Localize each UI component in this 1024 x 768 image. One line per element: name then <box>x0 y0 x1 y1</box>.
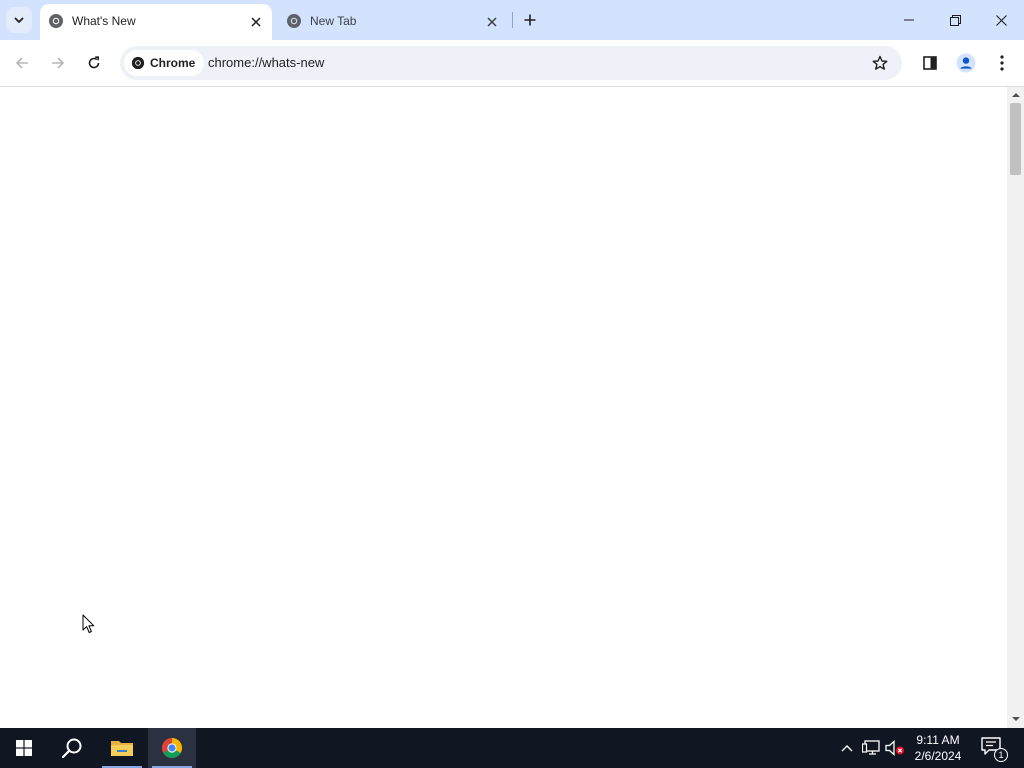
notification-count-badge: 1 <box>994 748 1008 762</box>
bookmark-star-icon <box>872 55 888 70</box>
side-panel-button[interactable] <box>915 48 945 78</box>
url-text[interactable]: chrome://whats-new <box>208 55 324 70</box>
chrome-icon <box>162 738 182 758</box>
clock-time: 9:11 AM <box>916 733 960 747</box>
tab-strip: What's New New Tab <box>0 0 1024 40</box>
minimize-button[interactable] <box>886 0 932 40</box>
chrome-icon <box>131 56 145 70</box>
volume-muted-icon <box>885 740 904 756</box>
scroll-down-button[interactable] <box>1007 712 1024 726</box>
triangle-down-icon <box>1011 717 1020 721</box>
chrome-icon <box>287 14 301 28</box>
chrome-icon <box>49 14 63 28</box>
scrollbar-thumb[interactable] <box>1010 103 1021 175</box>
tab-new-tab[interactable]: New Tab <box>278 4 508 40</box>
plus-icon <box>524 14 536 26</box>
file-explorer-button[interactable] <box>98 728 146 768</box>
close-icon <box>995 14 1007 26</box>
start-button[interactable] <box>0 728 48 768</box>
tab-whats-new[interactable]: What's New <box>40 4 272 40</box>
chevron-up-icon <box>841 745 853 752</box>
tab-separator <box>512 12 513 28</box>
address-bar[interactable]: Chrome chrome://whats-new <box>120 46 902 80</box>
bookmark-button[interactable] <box>870 53 890 73</box>
search-button[interactable] <box>48 728 96 768</box>
network-button[interactable] <box>861 738 881 758</box>
profile-button[interactable] <box>951 48 981 78</box>
browser-toolbar: Chrome chrome://whats-new <box>0 40 1024 86</box>
network-icon <box>862 740 880 755</box>
profile-icon <box>956 53 976 73</box>
tab-title: New Tab <box>310 14 357 28</box>
tab-close-button[interactable] <box>483 13 501 31</box>
mouse-cursor-icon <box>82 614 95 633</box>
restore-icon <box>949 14 961 26</box>
clock-date: 2/6/2024 <box>914 749 962 763</box>
close-window-button[interactable] <box>978 0 1024 40</box>
minimize-icon <box>904 19 914 21</box>
tab-search-button[interactable] <box>6 7 32 33</box>
site-info-chip[interactable]: Chrome <box>124 50 205 76</box>
chrome-taskbar-button[interactable] <box>148 728 196 768</box>
volume-button[interactable] <box>885 738 905 758</box>
chevron-down-icon <box>14 17 24 23</box>
restore-button[interactable] <box>932 0 978 40</box>
forward-arrow-icon <box>52 57 65 69</box>
close-icon <box>251 17 261 27</box>
taskbar-clock[interactable]: 9:11 AM 2/6/2024 <box>908 732 968 764</box>
show-hidden-icons-button[interactable] <box>837 738 857 758</box>
reload-icon <box>88 56 100 69</box>
side-panel-icon <box>923 56 937 70</box>
page-content[interactable] <box>0 87 1007 728</box>
scroll-up-button[interactable] <box>1007 88 1024 102</box>
action-center-button[interactable]: 1 <box>980 736 1008 762</box>
windows-taskbar: 9:11 AM 2/6/2024 1 <box>0 728 1024 768</box>
vertical-scrollbar[interactable] <box>1007 87 1024 728</box>
search-icon <box>61 738 82 759</box>
close-icon <box>487 17 497 27</box>
more-menu-icon <box>1000 55 1004 71</box>
tab-close-button[interactable] <box>247 13 265 31</box>
reload-button[interactable] <box>79 48 109 78</box>
site-info-label: Chrome <box>150 56 196 70</box>
more-menu-button[interactable] <box>987 48 1017 78</box>
new-tab-button[interactable] <box>519 9 541 31</box>
back-arrow-icon <box>15 57 28 69</box>
tab-title: What's New <box>72 14 136 28</box>
back-button[interactable] <box>7 48 37 78</box>
start-icon <box>16 740 32 756</box>
forward-button[interactable] <box>43 48 73 78</box>
triangle-up-icon <box>1011 93 1020 97</box>
file-explorer-icon <box>111 741 133 756</box>
